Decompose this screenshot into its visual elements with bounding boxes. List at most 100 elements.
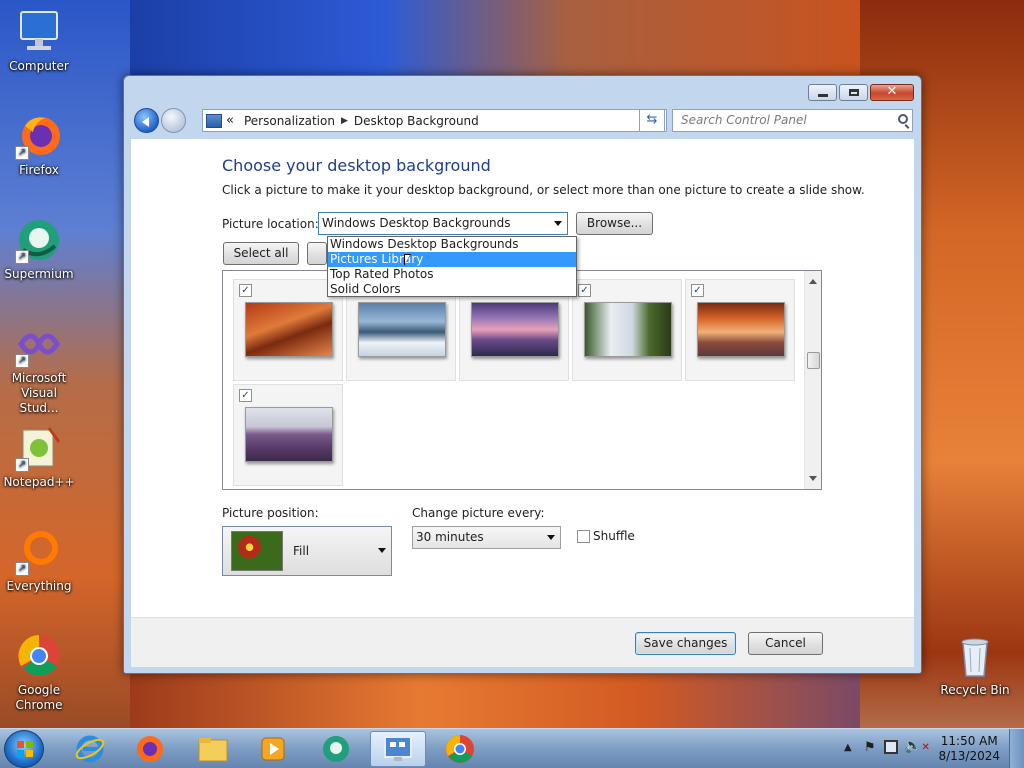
browse-button[interactable]: Browse... — [576, 212, 653, 235]
close-icon: ✕ — [886, 84, 898, 99]
taskbar-control-panel[interactable] — [370, 731, 426, 767]
gallery-scrollbar[interactable] — [804, 271, 821, 489]
start-button[interactable] — [4, 730, 44, 768]
refresh-icon: ⇆ — [646, 112, 658, 127]
desktop-icon-firefox[interactable]: ↗ Firefox — [0, 112, 78, 178]
maximize-button[interactable] — [839, 84, 868, 101]
select-all-button[interactable]: Select all — [223, 242, 299, 265]
chevron-down-icon — [547, 535, 555, 544]
chrome-icon — [15, 632, 63, 680]
internet-explorer-icon — [75, 735, 105, 763]
thumbnail-checkbox[interactable]: ✓ — [691, 284, 704, 297]
media-player-icon — [261, 737, 285, 761]
breadcrumb-separator-icon[interactable]: ▶ — [341, 116, 348, 126]
thumbnail-rock-arch[interactable]: ✓ — [685, 279, 795, 381]
taskbar-supermium[interactable] — [308, 731, 364, 767]
minimize-button[interactable] — [808, 84, 837, 101]
change-picture-label: Change picture every: — [412, 506, 545, 520]
taskbar: ▲ ⚑ 🔈✕ 11:50 AM 8/13/2024 — [0, 728, 1024, 768]
thumbnail-checkbox[interactable]: ✓ — [239, 284, 252, 297]
scroll-down-icon[interactable] — [809, 476, 817, 485]
search-input[interactable]: Search Control Panel — [672, 109, 913, 132]
supermium-icon: ↗ — [15, 216, 63, 264]
shortcut-arrow-icon: ↗ — [15, 250, 29, 264]
desktop-icon-label: Firefox — [19, 163, 59, 177]
lavender-field-picture — [245, 407, 333, 462]
everything-icon: ↗ — [15, 528, 63, 576]
action-center-flag-icon[interactable]: ⚑ — [864, 740, 876, 755]
page-description: Click a picture to make it your desktop … — [222, 183, 865, 197]
address-bar[interactable]: « Personalization ▶ Desktop Background ▼ — [202, 109, 667, 132]
picture-gallery: ✓ ✓ ✓ ✓ ✓ ✓ — [222, 270, 822, 490]
network-icon[interactable] — [884, 740, 898, 754]
taskbar-chrome[interactable] — [432, 731, 488, 767]
taskbar-internet-explorer[interactable] — [62, 731, 118, 767]
clock-date: 8/13/2024 — [938, 749, 1000, 763]
windows-logo-icon — [17, 741, 33, 757]
clear-all-button[interactable] — [307, 242, 327, 265]
volume-muted-icon[interactable]: 🔈✕ — [904, 738, 930, 754]
picture-position-value: Fill — [293, 544, 310, 558]
canyon-picture — [245, 302, 333, 357]
dropdown-option-solid-colors[interactable]: Solid Colors — [328, 282, 576, 297]
scroll-up-icon[interactable] — [809, 275, 817, 284]
desktop-icon-computer[interactable]: Computer — [0, 8, 78, 74]
desktop-icon-everything[interactable]: ↗ Everything — [0, 528, 78, 594]
breadcrumb-overflow-chevron[interactable]: « — [226, 113, 234, 128]
picture-location-dropdown: Windows Desktop Backgrounds Pictures Lib… — [327, 236, 577, 297]
dropdown-option-top-rated-photos[interactable]: Top Rated Photos — [328, 267, 576, 282]
control-panel-icon — [384, 736, 412, 761]
dropdown-option-pictures-library[interactable]: Pictures Library — [328, 252, 576, 267]
desktop-icon-label: Computer — [9, 59, 69, 73]
picture-position-select[interactable]: Fill — [222, 526, 392, 576]
breadcrumb-desktop-background[interactable]: Desktop Background — [354, 114, 479, 128]
cancel-button[interactable]: Cancel — [748, 632, 823, 655]
dropdown-option-windows-desktop-backgrounds[interactable]: Windows Desktop Backgrounds — [328, 237, 576, 252]
desktop-icon-visual-studio[interactable]: ↗ Microsoft Visual Stud... — [0, 320, 78, 416]
change-picture-select[interactable]: 30 minutes — [412, 526, 561, 549]
desktop-icon-label: Notepad++ — [3, 475, 75, 489]
wallpaper-bottom — [130, 674, 860, 728]
desktop-icon-notepadpp[interactable]: ↗ Notepad++ — [0, 424, 78, 490]
content-area: Choose your desktop background Click a p… — [131, 139, 914, 617]
chevron-down-icon — [378, 548, 386, 557]
desktop-icon-recycle-bin[interactable]: Recycle Bin — [936, 632, 1014, 698]
close-button[interactable]: ✕ — [870, 84, 914, 101]
forward-button[interactable] — [161, 108, 186, 133]
desktop-icon-chrome[interactable]: Google Chrome — [0, 632, 78, 713]
taskbar-media-player[interactable] — [245, 731, 301, 767]
wallpaper-top — [130, 0, 860, 80]
shortcut-arrow-icon: ↗ — [15, 458, 29, 472]
show-desktop-button[interactable] — [1009, 729, 1024, 768]
system-tray: ▲ ⚑ 🔈✕ 11:50 AM 8/13/2024 — [834, 729, 1024, 768]
maximize-icon — [849, 89, 859, 96]
desktop-icon-label: Everything — [6, 579, 72, 593]
search-icon[interactable] — [898, 114, 908, 124]
tray-overflow-icon[interactable]: ▲ — [844, 742, 852, 753]
desktop-icon-label: Supermium — [4, 267, 74, 281]
back-button[interactable] — [134, 108, 159, 133]
thumbnail-checkbox[interactable]: ✓ — [239, 389, 252, 402]
desktop-icon-label: Google Chrome — [15, 683, 63, 712]
shortcut-arrow-icon: ↗ — [15, 562, 29, 576]
picture-position-label: Picture position: — [222, 506, 319, 520]
refresh-button[interactable]: ⇆ — [639, 109, 665, 132]
notepadpp-icon: ↗ — [15, 424, 63, 472]
desktop-icon-supermium[interactable]: ↗ Supermium — [0, 216, 78, 282]
picture-location-label: Picture location: — [222, 217, 319, 231]
picture-location-select[interactable]: Windows Desktop Backgrounds — [318, 212, 568, 235]
recycle-bin-icon — [951, 632, 999, 680]
breadcrumb-personalization[interactable]: Personalization — [244, 114, 335, 128]
taskbar-firefox[interactable] — [122, 731, 178, 767]
save-changes-button[interactable]: Save changes — [635, 632, 736, 655]
thumbnail-lavender-field[interactable]: ✓ — [233, 384, 343, 486]
page-title: Choose your desktop background — [222, 156, 491, 175]
chevron-down-icon — [554, 221, 562, 230]
thumbnail-checkbox[interactable]: ✓ — [578, 284, 591, 297]
shuffle-checkbox[interactable] — [577, 530, 590, 543]
thumbnail-waterfall[interactable]: ✓ — [572, 279, 682, 381]
scrollbar-thumb[interactable] — [807, 352, 820, 369]
clock[interactable]: 11:50 AM 8/13/2024 — [938, 734, 1000, 764]
taskbar-file-explorer[interactable] — [185, 731, 241, 767]
desktop-icon-label: Recycle Bin — [940, 683, 1010, 697]
